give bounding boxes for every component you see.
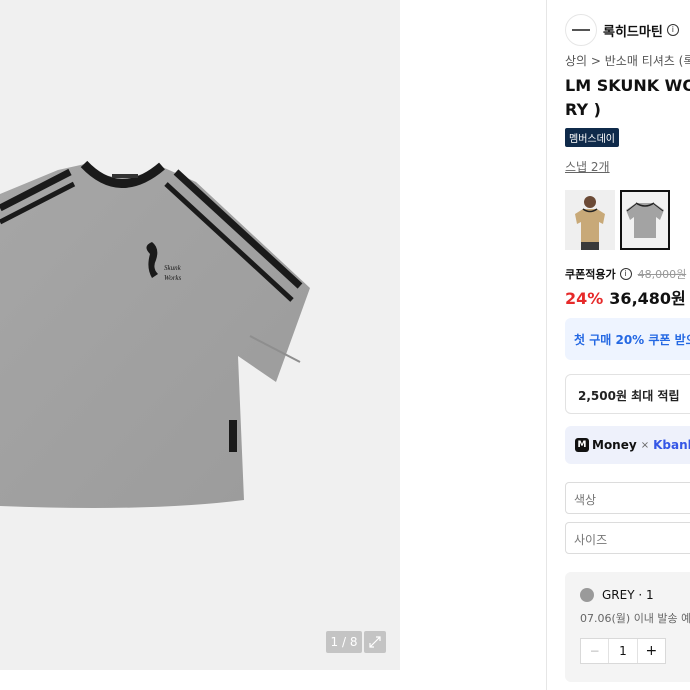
price-row: 24% 36,480원 <box>565 285 686 309</box>
product-title-line-1: LM SKUNK WOR <box>565 76 690 95</box>
selected-option-name: GREY · 1 <box>602 588 654 602</box>
quantity-value[interactable]: 1 <box>609 639 636 663</box>
product-image-grey-tshirt: Skunk Works <box>0 160 310 508</box>
breadcrumb[interactable]: 상의 > 반소매 티셔츠 (록히 <box>565 52 690 69</box>
brand-row[interactable]: 록히드마틴 i <box>565 14 679 46</box>
pay-times: × <box>640 439 650 451</box>
info-icon[interactable]: i <box>619 268 632 280</box>
original-price: 48,000원 <box>637 268 687 281</box>
coupon-price-row: 쿠폰적용가 i 48,000원 <box>565 266 686 282</box>
thumbnail-grey[interactable] <box>620 190 670 250</box>
sale-price: 36,480원 <box>609 289 686 308</box>
product-title-line-2: RY ) <box>565 100 601 119</box>
image-counter: 1 / 8 <box>326 631 362 653</box>
increase-quantity-button[interactable]: + <box>636 639 665 663</box>
info-icon[interactable]: i <box>666 24 679 36</box>
brand-name[interactable]: 록히드마틴 <box>603 21 663 40</box>
product-info-panel: 록히드마틴 i 상의 > 반소매 티셔츠 (록히 LM SKUNK WOR RY… <box>547 0 690 690</box>
decrease-quantity-button[interactable]: − <box>581 639 610 663</box>
print-line-2: Works <box>164 274 182 282</box>
product-image-gallery[interactable]: Skunk Works 1 / 8 <box>0 0 400 670</box>
print-line-1: Skunk <box>164 264 182 272</box>
snap-link[interactable]: 스냅 2개 <box>565 158 610 175</box>
brand-logo[interactable] <box>565 14 597 46</box>
color-select[interactable]: 색상 <box>565 482 690 514</box>
selected-option-card: GREY · 1 07.06(월) 이내 발송 예 − 1 + <box>565 572 690 682</box>
thumbnail-beige[interactable] <box>565 190 615 250</box>
pay-money-label: Money <box>592 438 637 452</box>
selected-option-header: GREY · 1 <box>580 588 654 602</box>
shipping-date: 07.06(월) 이내 발송 예 <box>580 612 690 625</box>
payment-promo-banner[interactable]: M Money × Kbank ? <box>565 426 690 464</box>
pay-kbank-label: Kbank ? <box>653 438 690 452</box>
product-page: Skunk Works 1 / 8 록히드마틴 i 상의 > 반소매 티셔츠 (… <box>0 0 690 690</box>
size-select[interactable]: 사이즈 <box>565 522 690 554</box>
quantity-stepper: − 1 + <box>580 638 666 664</box>
expand-icon[interactable] <box>364 631 386 653</box>
product-title: LM SKUNK WOR RY ) <box>565 74 690 122</box>
membersday-badge: 멤버스데이 <box>565 128 619 147</box>
points-info[interactable]: 2,500원 최대 적립 <box>565 374 690 414</box>
discount-rate: 24% <box>565 289 604 308</box>
color-swatch <box>580 588 594 602</box>
coupon-price-label: 쿠폰적용가 <box>565 268 616 281</box>
m-logo-icon: M <box>575 438 589 452</box>
first-purchase-coupon-banner[interactable]: 첫 구매 20% 쿠폰 받으러 <box>565 318 690 360</box>
